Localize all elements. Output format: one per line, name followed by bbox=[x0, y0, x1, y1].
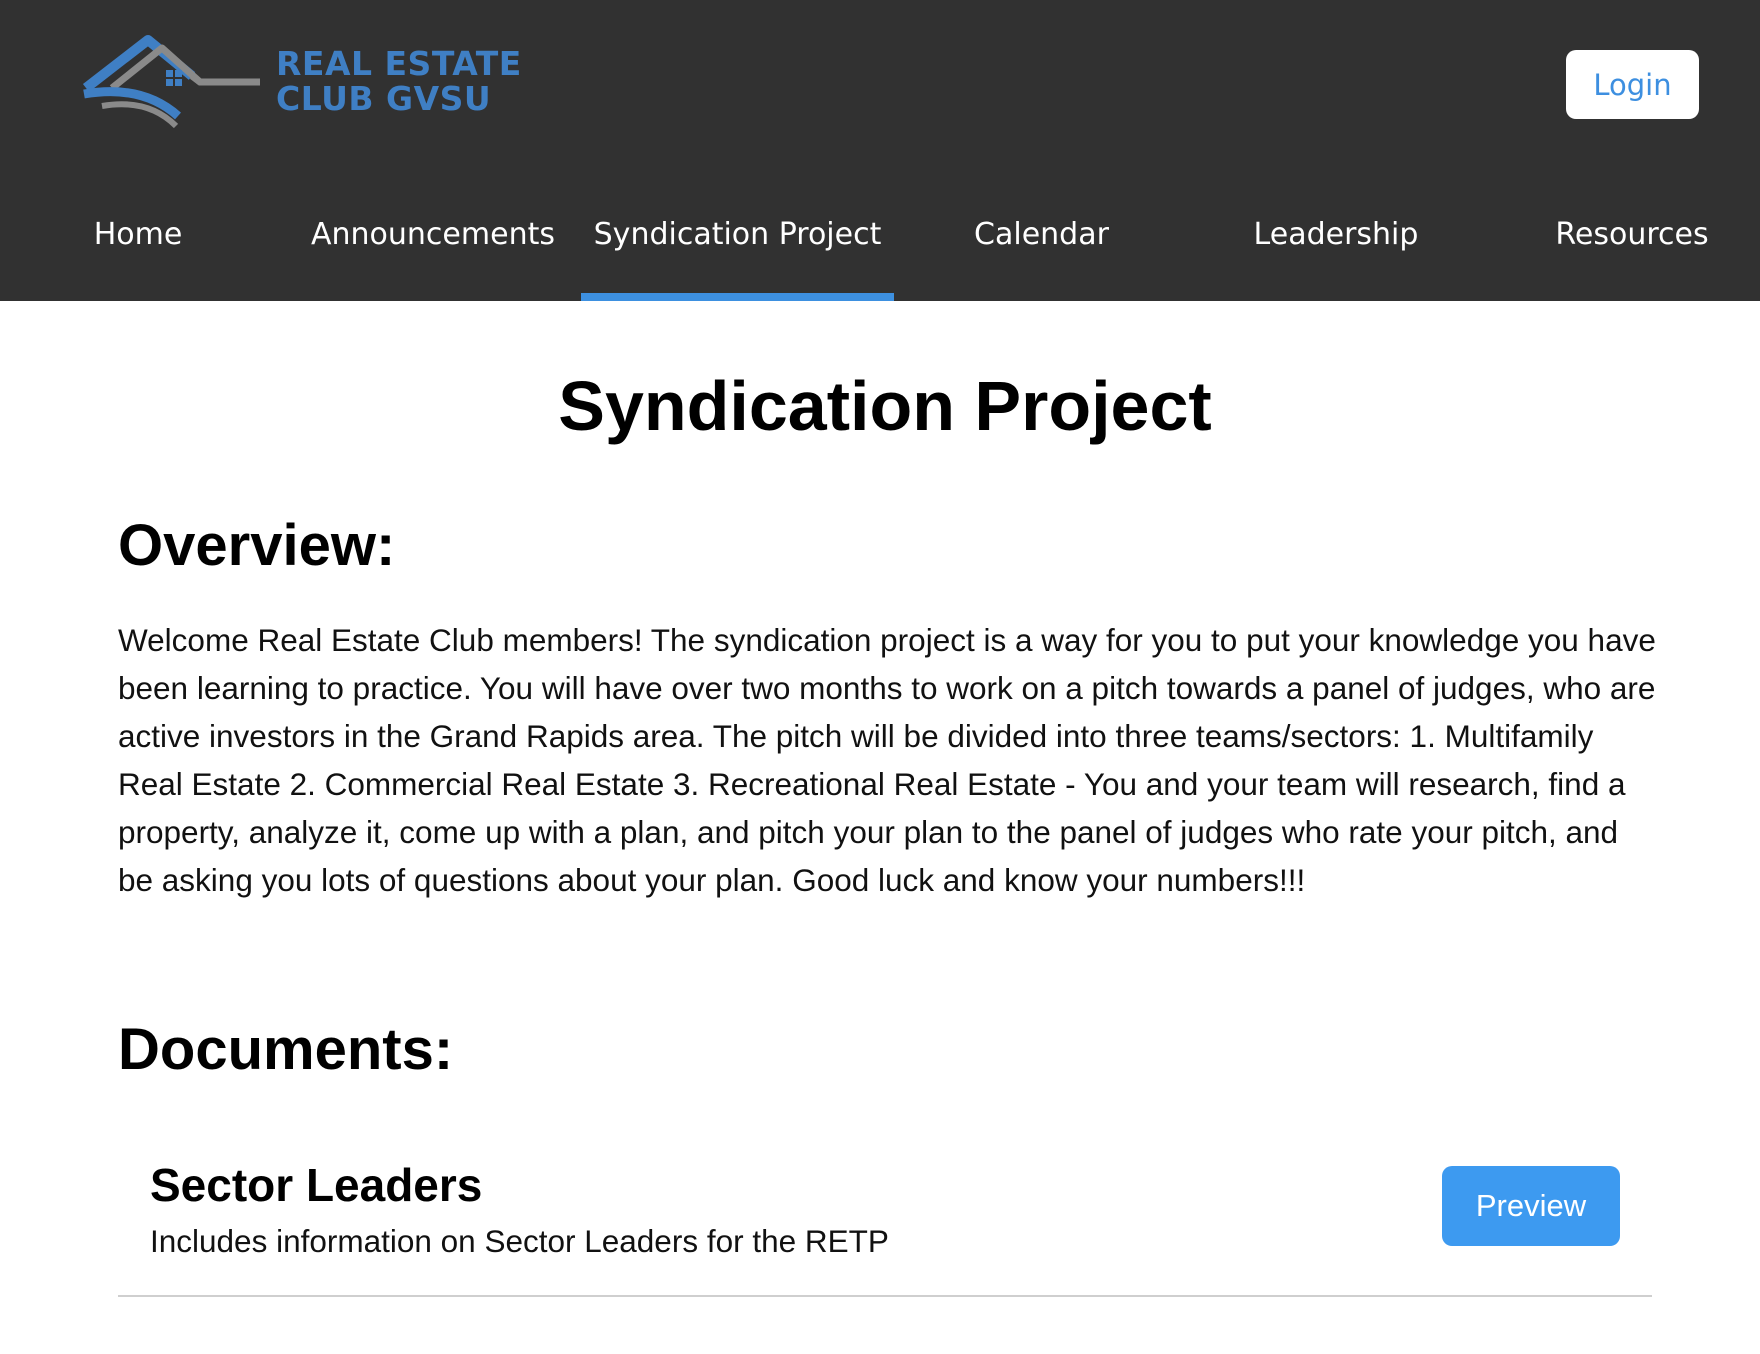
house-logo-icon bbox=[82, 35, 260, 129]
nav-item-leadership[interactable]: Leadership bbox=[1226, 200, 1446, 301]
site-logo[interactable]: REAL ESTATE CLUB GVSU bbox=[82, 32, 522, 130]
logo-line-2: CLUB GVSU bbox=[276, 79, 492, 118]
nav-item-announcements[interactable]: Announcements bbox=[300, 200, 566, 301]
nav-item-label: Leadership bbox=[1253, 217, 1419, 252]
nav-item-label: Announcements bbox=[311, 217, 555, 252]
preview-button[interactable]: Preview bbox=[1442, 1166, 1620, 1246]
documents-heading: Documents: bbox=[118, 1017, 454, 1082]
logo-wordmark: REAL ESTATE CLUB GVSU bbox=[276, 46, 522, 116]
document-title: Sector Leaders bbox=[150, 1159, 483, 1211]
logo-line-1: REAL ESTATE bbox=[276, 44, 522, 83]
login-button[interactable]: Login bbox=[1566, 50, 1699, 119]
nav-item-home[interactable]: Home bbox=[54, 200, 222, 301]
nav-item-calendar[interactable]: Calendar bbox=[940, 200, 1143, 301]
main-nav: Home Announcements Syndication Project C… bbox=[0, 200, 1760, 301]
nav-item-resources[interactable]: Resources bbox=[1538, 200, 1726, 301]
document-item: Sector Leaders Includes information on S… bbox=[118, 1150, 1652, 1297]
overview-heading: Overview: bbox=[118, 513, 396, 578]
nav-item-syndication-project[interactable]: Syndication Project bbox=[581, 200, 894, 301]
nav-item-label: Resources bbox=[1555, 217, 1709, 252]
overview-text: Welcome Real Estate Club members! The sy… bbox=[118, 622, 1656, 898]
site-header: REAL ESTATE CLUB GVSU Login Home Announc… bbox=[0, 0, 1760, 301]
nav-item-label: Calendar bbox=[974, 217, 1109, 252]
nav-item-label: Syndication Project bbox=[593, 217, 882, 252]
page-title: Syndication Project bbox=[558, 367, 1212, 445]
nav-item-label: Home bbox=[93, 217, 183, 252]
document-description: Includes information on Sector Leaders f… bbox=[150, 1223, 889, 1259]
